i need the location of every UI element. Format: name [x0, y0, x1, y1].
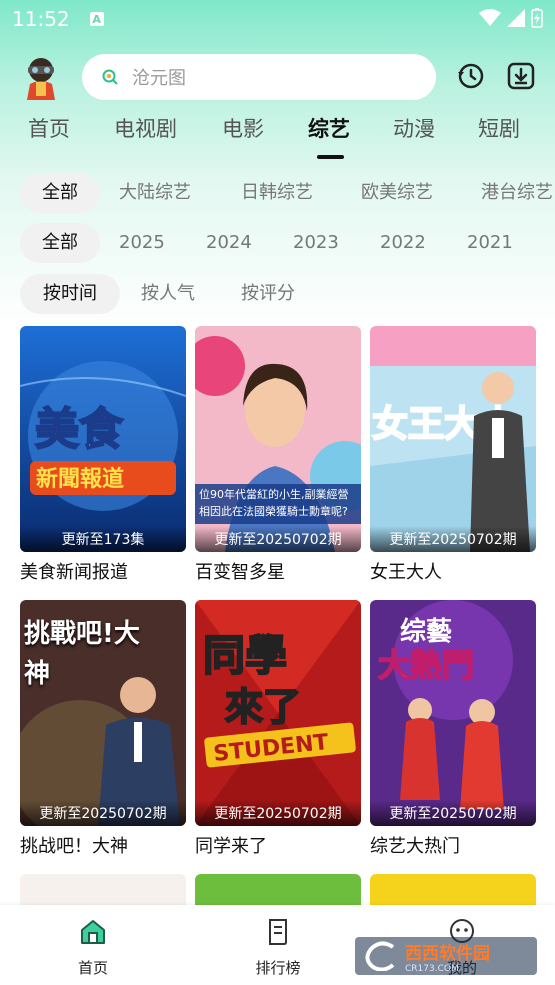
year-filter-row: 全部 2025 2024 2023 2022 2021: [0, 223, 555, 263]
video-card[interactable]: 综藝 大熱門 更新至20250702期 综艺大热门: [370, 600, 536, 858]
year-filter-all[interactable]: 全部: [20, 223, 100, 263]
poster-image: 女王大人 更新至20250702期: [370, 326, 536, 552]
card-title: 美食新闻报道: [20, 562, 128, 583]
region-filter-all[interactable]: 全部: [20, 173, 100, 213]
poster-caption-text: 位90年代當紅的小生,副業經營相因此在法國榮獲騎士勳章呢?: [199, 488, 349, 518]
poster-image: 挑戰吧!大神 更新至20250702期: [20, 600, 186, 826]
home-icon: [81, 920, 105, 944]
sort-filter-row: 按时间 按人气 按评分: [0, 274, 555, 314]
year-filter-2024[interactable]: 2024: [206, 223, 252, 263]
active-tab-indicator: [317, 155, 344, 159]
poster-image: 综藝 大熱門 更新至20250702期: [370, 600, 536, 826]
ranking-icon: [269, 919, 287, 945]
card-title: 同学来了: [195, 836, 267, 857]
notification-icon: A: [89, 12, 104, 26]
video-card[interactable]: 位90年代當紅的小生,副業經營相因此在法國榮獲騎士勳章呢? 更新至2025070…: [195, 326, 361, 584]
video-card[interactable]: 美食 新聞報道 更新至173集 美食新闻报道: [20, 326, 186, 584]
tab-variety[interactable]: 综艺: [308, 113, 350, 143]
nav-ranking[interactable]: 排行榜: [228, 917, 328, 978]
watermark-text: 西西软件园: [405, 943, 490, 964]
watermark-site: CR173.COM: [405, 963, 459, 974]
video-card[interactable]: 女王大人 更新至20250702期 女王大人: [370, 326, 536, 584]
video-card[interactable]: 挑戰吧!大神 更新至20250702期 挑战吧！大神: [20, 600, 186, 858]
card-title: 女王大人: [370, 562, 442, 583]
year-filter-2025[interactable]: 2025: [119, 223, 165, 263]
update-badge: 更新至20250702期: [20, 800, 186, 826]
poster-image: 同學 來了 STUDENT 更新至20250702期: [195, 600, 361, 826]
region-filter-hk-tw[interactable]: 港台综艺: [481, 173, 553, 213]
download-icon[interactable]: [507, 62, 535, 90]
update-badge: 更新至173集: [20, 526, 186, 552]
tab-tv-series[interactable]: 电视剧: [114, 113, 177, 143]
poster-title-text: 美食: [35, 404, 124, 455]
status-bar: 11:52 A: [0, 0, 555, 38]
sort-by-popularity[interactable]: 按人气: [141, 274, 195, 314]
status-icons: [479, 8, 543, 28]
region-filter-mainland[interactable]: 大陆综艺: [119, 173, 191, 213]
poster-image: 美食 新聞報道 更新至173集: [20, 326, 186, 552]
year-filter-2021[interactable]: 2021: [467, 223, 513, 263]
avatar[interactable]: [22, 56, 60, 100]
year-filter-2022[interactable]: 2022: [380, 223, 426, 263]
region-filter-row: 全部 大陆综艺 日韩综艺 欧美综艺 港台综艺: [0, 173, 555, 213]
nav-home[interactable]: 首页: [43, 917, 143, 978]
search-icon: [102, 69, 118, 85]
wifi-icon: [479, 9, 501, 26]
tab-short-drama[interactable]: 短剧: [478, 113, 520, 143]
card-title: 百变智多星: [195, 562, 285, 583]
search-placeholder: 沧元图: [132, 68, 186, 89]
history-icon[interactable]: [457, 62, 485, 90]
battery-icon: [531, 8, 543, 28]
poster-title-line1: 同學: [203, 631, 287, 680]
card-title: 挑战吧！大神: [20, 836, 128, 857]
update-badge: 更新至20250702期: [195, 526, 361, 552]
search-bar[interactable]: 沧元图: [82, 54, 436, 100]
year-filter-2023[interactable]: 2023: [293, 223, 339, 263]
video-card[interactable]: 同學 來了 STUDENT 更新至20250702期 同学来了: [195, 600, 361, 858]
tab-home[interactable]: 首页: [28, 113, 70, 143]
update-badge: 更新至20250702期: [370, 526, 536, 552]
poster-image: 位90年代當紅的小生,副業經營相因此在法國榮獲騎士勳章呢? 更新至2025070…: [195, 326, 361, 552]
nav-home-label: 首页: [77, 959, 108, 977]
poster-title-line1: 综藝: [400, 616, 452, 647]
sort-by-rating[interactable]: 按评分: [241, 274, 295, 314]
poster-subtitle-text: 新聞報道: [36, 466, 124, 492]
poster-title-line2: 大熱門: [378, 646, 474, 684]
status-time: 11:52: [12, 7, 70, 31]
header: 沧元图: [0, 52, 555, 102]
update-badge: 更新至20250702期: [195, 800, 361, 826]
watermark-logo-icon: [365, 941, 395, 971]
card-title: 综艺大热门: [370, 836, 460, 857]
watermark-overlay: 西西软件园 CR173.COM: [355, 937, 537, 975]
nav-ranking-label: 排行榜: [255, 959, 301, 977]
tab-movies[interactable]: 电影: [222, 113, 264, 143]
signal-icon: [507, 9, 525, 27]
region-filter-europe-us[interactable]: 欧美综艺: [361, 173, 433, 213]
tab-anime[interactable]: 动漫: [393, 113, 435, 143]
main-tabs: 首页 电视剧 电影 综艺 动漫 短剧: [0, 113, 555, 163]
sort-by-time[interactable]: 按时间: [20, 274, 120, 314]
poster-title-line2: 來了: [225, 685, 301, 729]
update-badge: 更新至20250702期: [370, 800, 536, 826]
region-filter-japan-korea[interactable]: 日韩综艺: [241, 173, 313, 213]
